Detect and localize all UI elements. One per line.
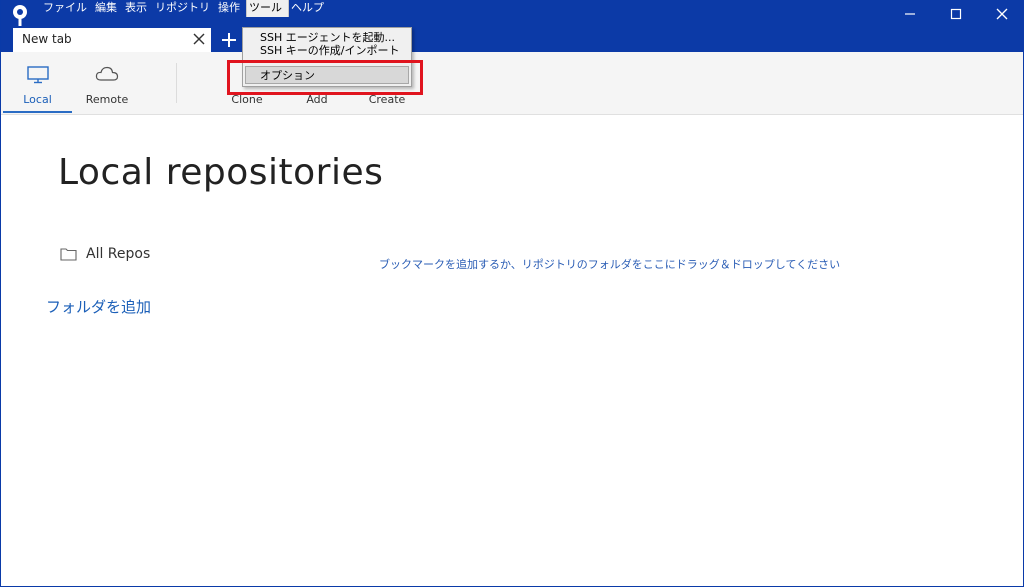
minimize-icon: [905, 13, 915, 15]
menu-item-create-import-ssh-key[interactable]: SSH キーの作成/インポート: [260, 44, 399, 57]
menu-bar: ファイル 編集 表示 リポジトリ 操作 ツール ヘルプ: [41, 0, 330, 17]
menu-help[interactable]: ヘルプ: [289, 0, 330, 17]
tab-close-icon[interactable]: [192, 32, 206, 46]
menu-view[interactable]: 表示: [123, 0, 153, 17]
add-folder-link[interactable]: フォルダを追加: [46, 296, 151, 317]
menu-edit[interactable]: 編集: [93, 0, 123, 17]
add-tab-button[interactable]: [218, 29, 240, 51]
window-controls: [887, 0, 1024, 28]
folder-icon: [60, 248, 77, 261]
toolbar-divider: [176, 63, 177, 103]
close-icon: [996, 8, 1008, 20]
all-repos-label: All Repos: [86, 246, 151, 262]
app-window: ファイル 編集 表示 リポジトリ 操作 ツール ヘルプ New tab Loca…: [0, 0, 1024, 587]
minimize-button[interactable]: [887, 0, 933, 28]
page-title: Local repositories: [58, 152, 384, 193]
menu-tools[interactable]: ツール: [246, 0, 289, 17]
all-repos-item[interactable]: All Repos: [60, 246, 150, 262]
app-logo-icon: [13, 5, 27, 26]
close-window-button[interactable]: [979, 0, 1024, 28]
toolbar: Local Remote Clone Add Create: [1, 52, 1023, 115]
menu-file[interactable]: ファイル: [41, 0, 93, 17]
local-active-indicator: [3, 111, 72, 113]
menu-actions[interactable]: 操作: [216, 0, 246, 17]
cloud-icon: [95, 66, 119, 81]
local-label: Local: [23, 93, 52, 106]
maximize-icon: [950, 8, 962, 20]
tab-new[interactable]: New tab: [13, 28, 211, 52]
tab-label: New tab: [22, 32, 72, 46]
menu-repository[interactable]: リポジトリ: [153, 0, 216, 17]
plus-icon: [222, 33, 236, 47]
remote-label: Remote: [85, 93, 129, 106]
drop-hint-text: ブックマークを追加するか、リポジトリのフォルダをここにドラッグ＆ドロップしてくだ…: [379, 258, 841, 271]
local-button[interactable]: Local: [3, 52, 72, 112]
monitor-icon: [26, 66, 49, 84]
remote-button[interactable]: Remote: [73, 52, 141, 112]
title-bar: ファイル 編集 表示 リポジトリ 操作 ツール ヘルプ New tab: [1, 0, 1024, 52]
maximize-button[interactable]: [933, 0, 979, 28]
menu-item-start-ssh-agent[interactable]: SSH エージェントを起動...: [260, 31, 395, 44]
highlight-box: [227, 60, 423, 95]
